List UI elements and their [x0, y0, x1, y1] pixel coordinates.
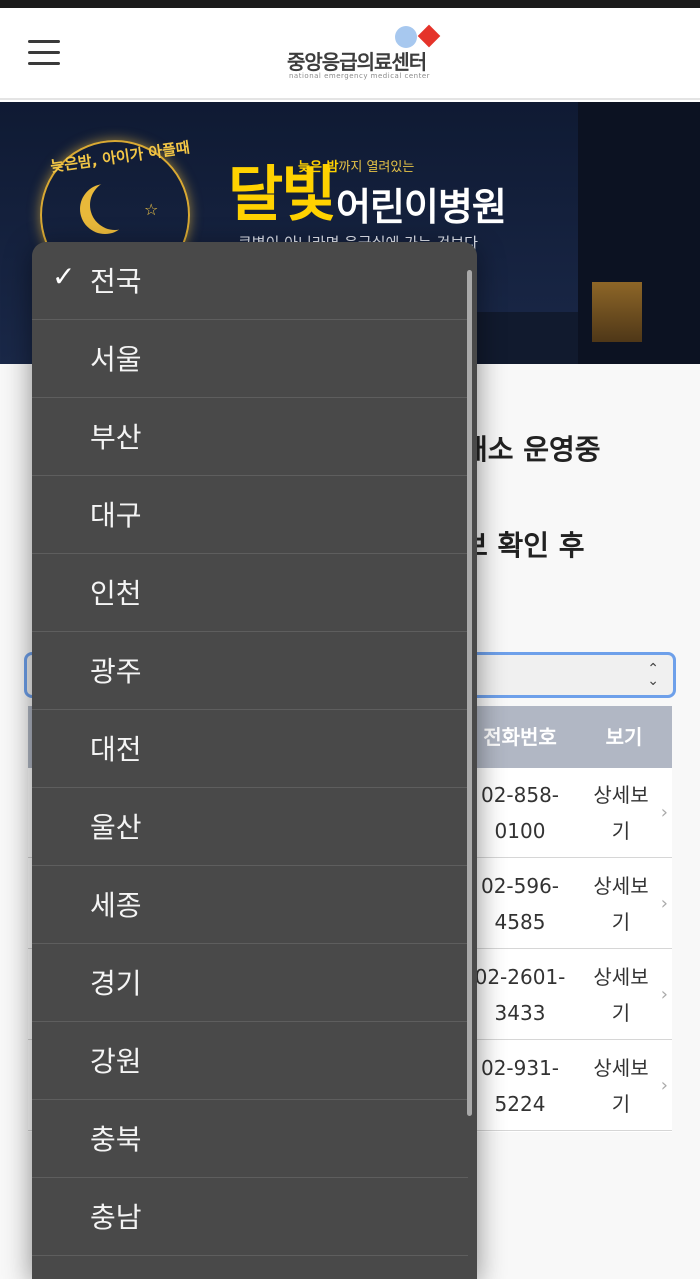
detail-link[interactable]: 상세보 기	[576, 859, 666, 949]
phone-cell[interactable]: 02-858- 0100	[468, 768, 572, 858]
banner-tag-rest: 까지 열려있는	[338, 160, 415, 175]
dropdown-option[interactable]: 충북	[32, 1100, 468, 1178]
site-header: 중앙응급의료센터 national emergency medical cent…	[0, 8, 700, 100]
dropdown-option-label: 충북	[90, 1123, 142, 1156]
dropdown-option-label: 대전	[90, 733, 142, 766]
detail-link[interactable]: 상세보 기	[576, 950, 666, 1040]
dropdown-option-label: 경기	[90, 967, 142, 1000]
chevron-right-icon: ›	[660, 802, 668, 823]
logo-diamond-mark	[417, 24, 441, 48]
dropdown-option[interactable]: 울산	[32, 788, 468, 866]
banner-tagline: 늦은 밤까지 열려있는	[298, 156, 414, 175]
checkmark-icon: ✓	[52, 260, 76, 293]
status-bar	[0, 0, 700, 8]
dropdown-option-label: 울산	[90, 811, 142, 844]
phone-cell[interactable]: 02-2601- 3433	[468, 950, 572, 1040]
dropdown-option[interactable]: 부산	[32, 398, 468, 476]
chevron-right-icon: ›	[660, 1075, 668, 1096]
skyline-graphic	[470, 312, 580, 364]
region-dropdown-menu[interactable]: ✓ 전국 서울 부산 대구 인천 광주 대전 울산 세종 경기 강원 충북 충남	[32, 242, 477, 1279]
dropdown-option[interactable]: 충남	[32, 1178, 468, 1256]
banner-tag-highlight: 늦은 밤	[298, 160, 339, 175]
logo-circle-mark	[395, 26, 417, 48]
dropdown-option[interactable]: 대전	[32, 710, 468, 788]
dropdown-option-label: 대구	[90, 499, 142, 532]
logo-text: 중앙응급의료센터	[287, 50, 427, 74]
dropdown-option[interactable]: 경기	[32, 944, 468, 1022]
dropdown-option[interactable]: 세종	[32, 866, 468, 944]
phone-cell[interactable]: 02-596- 4585	[468, 859, 572, 949]
banner-title: 어린이병원	[336, 185, 507, 229]
notice-line-1: 개소 운영중	[462, 433, 601, 466]
dropdown-option-label: 서울	[90, 343, 142, 376]
dropdown-option[interactable]: 강원	[32, 1022, 468, 1100]
moon-icon	[90, 180, 140, 230]
table-header-phone: 전화번호	[483, 725, 557, 749]
dropdown-option[interactable]: 서울	[32, 320, 468, 398]
dropdown-option-label: 세종	[90, 889, 142, 922]
dropdown-option-selected[interactable]: ✓ 전국	[32, 242, 468, 320]
dropdown-option[interactable]: 대구	[32, 476, 468, 554]
chevron-right-icon: ›	[660, 984, 668, 1005]
dropdown-scrollbar[interactable]	[467, 270, 472, 1116]
dropdown-option[interactable]: 인천	[32, 554, 468, 632]
star-icon: ☆	[144, 200, 159, 219]
dropdown-option[interactable]: 광주	[32, 632, 468, 710]
site-logo[interactable]: 중앙응급의료센터 national emergency medical cent…	[287, 24, 447, 88]
lit-window-graphic	[592, 282, 642, 342]
dropdown-option-label: 전국	[90, 265, 142, 298]
phone-cell[interactable]: 02-931- 5224	[468, 1041, 572, 1131]
dropdown-option-label: 인천	[90, 577, 142, 610]
detail-link[interactable]: 상세보 기	[576, 1041, 666, 1131]
dropdown-option-label: 광주	[90, 655, 142, 688]
chevron-right-icon: ›	[660, 893, 668, 914]
dropdown-option-label: 부산	[90, 421, 142, 454]
logo-subtext: national emergency medical center	[289, 72, 431, 80]
dropdown-option-label: 충남	[90, 1201, 142, 1234]
select-updown-icon: ⌃ ⌄	[647, 661, 659, 689]
dropdown-option-label: 강원	[90, 1045, 142, 1078]
detail-link[interactable]: 상세보 기	[576, 768, 666, 858]
notice-line-2: 보 확인 후	[462, 529, 585, 562]
table-header-view: 보기	[605, 725, 643, 749]
menu-icon[interactable]	[28, 40, 62, 66]
